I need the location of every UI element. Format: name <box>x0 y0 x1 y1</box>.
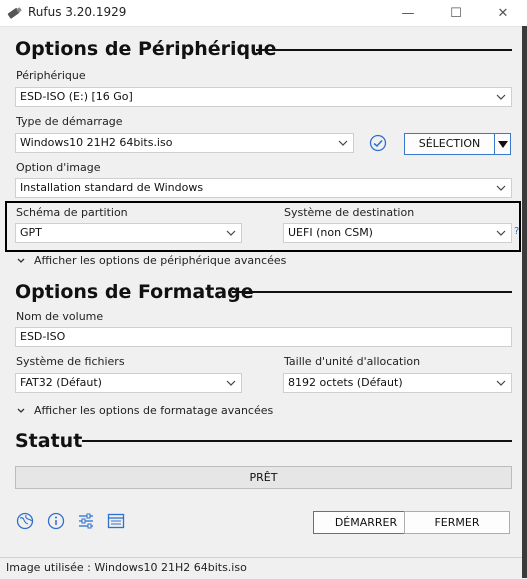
chevron-down-icon <box>338 140 348 146</box>
globe-icon[interactable] <box>16 512 34 530</box>
image-option-dropdown[interactable]: Installation standard de Windows <box>15 178 512 198</box>
info-icon[interactable] <box>47 512 65 530</box>
log-icon[interactable] <box>107 512 125 530</box>
volume-name-label: Nom de volume <box>16 310 104 323</box>
target-system-dropdown[interactable]: UEFI (non CSM) <box>283 223 512 243</box>
check-circle-icon[interactable] <box>369 134 387 152</box>
section-divider <box>82 440 512 442</box>
status-bar-text: Image utilisée : Windows10 21H2 64bits.i… <box>6 561 247 574</box>
close-window-button[interactable]: ✕ <box>480 0 526 26</box>
maximize-button[interactable]: ☐ <box>433 0 479 26</box>
chevron-down-icon <box>496 94 506 100</box>
chevron-down-icon <box>17 258 25 263</box>
title-bar: Rufus 3.20.1929 — ☐ ✕ <box>0 0 527 27</box>
help-icon[interactable]: ? <box>514 226 519 237</box>
usb-drive-icon <box>7 7 22 19</box>
device-advanced-toggle[interactable]: Afficher les options de périphérique ava… <box>16 254 286 267</box>
window-title: Rufus 3.20.1929 <box>28 5 127 19</box>
filesystem-dropdown[interactable]: FAT32 (Défaut) <box>15 373 242 393</box>
boot-type-value: Windows10 21H2 64bits.iso <box>20 136 173 149</box>
caret-down-icon <box>498 141 508 148</box>
window-edge <box>522 26 527 578</box>
filesystem-value: FAT32 (Défaut) <box>20 376 102 389</box>
settings-sliders-icon[interactable] <box>77 512 95 530</box>
partition-scheme-value: GPT <box>20 226 42 239</box>
cluster-size-label: Taille d'unité d'allocation <box>284 355 421 368</box>
device-value: ESD-ISO (E:) [16 Go] <box>20 90 133 103</box>
section-divider <box>232 291 512 293</box>
close-button[interactable]: FERMER <box>404 511 510 534</box>
target-system-label: Système de destination <box>284 206 415 219</box>
select-split-dropdown[interactable] <box>494 133 511 155</box>
select-image-button[interactable]: SÉLECTION <box>404 133 495 155</box>
format-advanced-label: Afficher les options de formatage avancé… <box>34 404 274 417</box>
status-progress-bar: PRÊT <box>15 466 512 489</box>
partition-scheme-label: Schéma de partition <box>16 206 128 219</box>
boot-type-dropdown[interactable]: Windows10 21H2 64bits.iso <box>15 133 354 153</box>
format-advanced-toggle[interactable]: Afficher les options de formatage avancé… <box>16 404 273 417</box>
device-options-title: Options de Périphérique <box>15 38 277 60</box>
volume-name-input[interactable]: ESD-ISO <box>15 327 512 347</box>
filesystem-label: Système de fichiers <box>16 355 125 368</box>
device-advanced-label: Afficher les options de périphérique ava… <box>34 254 287 267</box>
status-title: Statut <box>15 430 83 452</box>
status-progress-text: PRÊT <box>249 471 278 484</box>
chevron-down-icon <box>226 230 236 236</box>
chevron-down-icon <box>17 408 25 413</box>
chevron-down-icon <box>226 380 236 386</box>
section-divider <box>256 49 512 51</box>
device-dropdown[interactable]: ESD-ISO (E:) [16 Go] <box>15 87 512 107</box>
volume-name-value: ESD-ISO <box>20 330 66 343</box>
partition-scheme-dropdown[interactable]: GPT <box>15 223 242 243</box>
chevron-down-icon <box>496 380 506 386</box>
chevron-down-icon <box>496 185 506 191</box>
boot-type-label: Type de démarrage <box>16 115 123 128</box>
minimize-button[interactable]: — <box>385 0 431 26</box>
image-option-label: Option d'image <box>16 161 101 174</box>
target-system-value: UEFI (non CSM) <box>288 226 373 239</box>
format-options-title: Options de Formatage <box>15 281 254 303</box>
status-bar: Image utilisée : Windows10 21H2 64bits.i… <box>0 557 522 579</box>
device-label: Périphérique <box>16 69 86 82</box>
image-option-value: Installation standard de Windows <box>20 181 204 194</box>
cluster-size-dropdown[interactable]: 8192 octets (Défaut) <box>283 373 512 393</box>
chevron-down-icon <box>496 230 506 236</box>
cluster-size-value: 8192 octets (Défaut) <box>288 376 403 389</box>
